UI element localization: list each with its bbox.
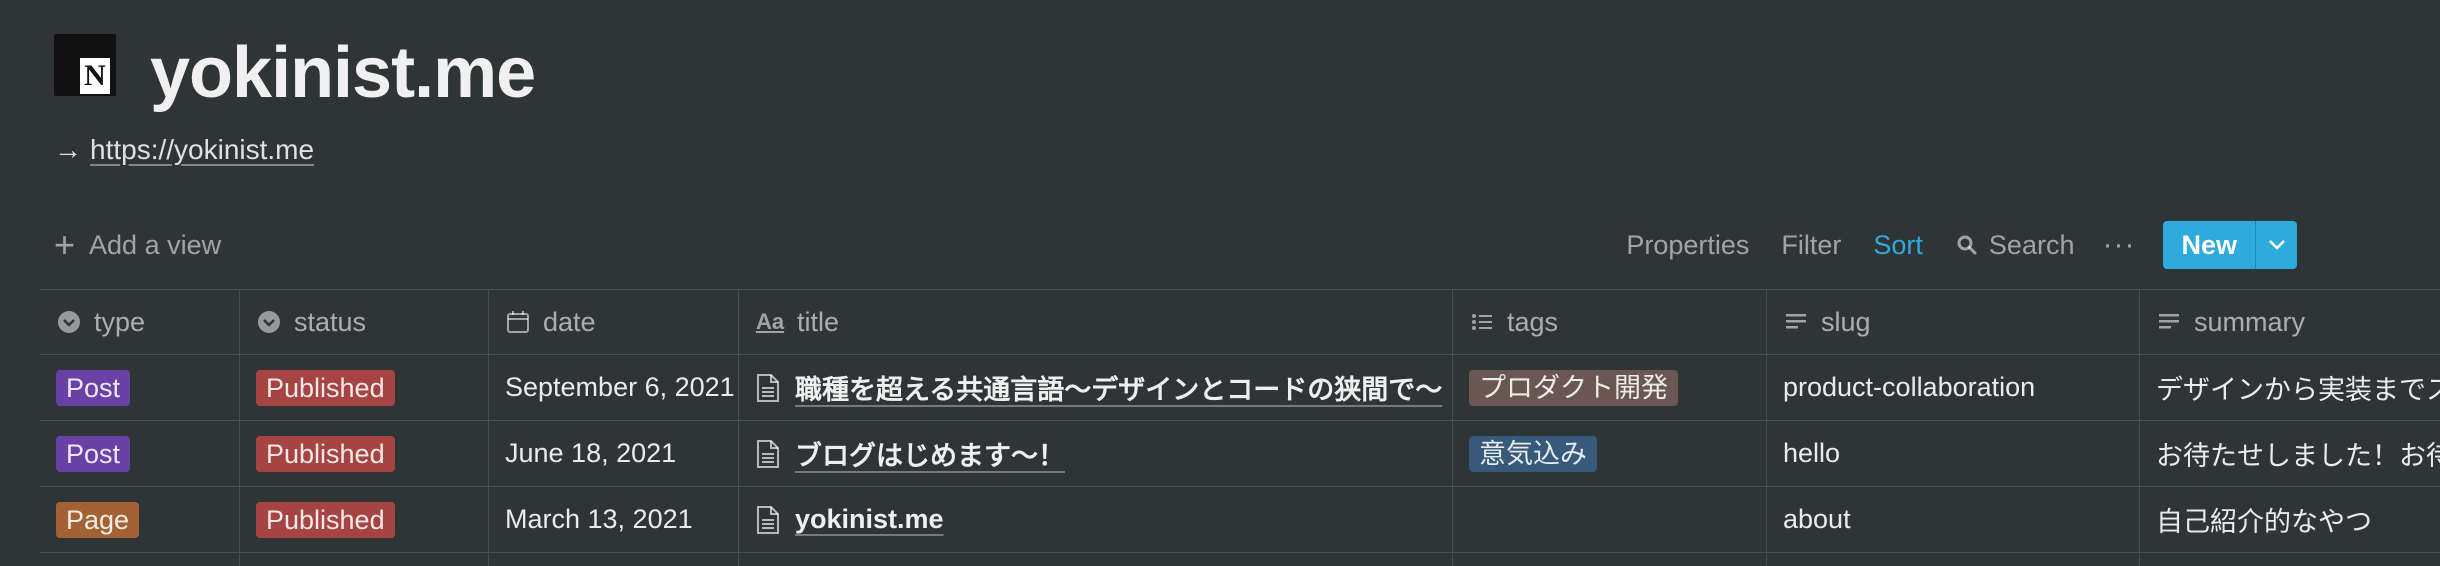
text-lines-icon bbox=[1783, 309, 1809, 335]
column-header-status[interactable]: status bbox=[240, 290, 489, 354]
tag-badge: 意気込み bbox=[1469, 435, 1597, 472]
title-cell[interactable]: ブログはじめます〜！ bbox=[739, 421, 1453, 486]
date-cell[interactable]: March 13, 2021 bbox=[489, 487, 739, 552]
multi-select-icon bbox=[1469, 309, 1495, 335]
column-label: summary bbox=[2194, 306, 2306, 337]
column-header-title[interactable]: Aa title bbox=[739, 290, 1453, 354]
table-row[interactable]: Post Published June 18, 2021 ブログはじめます〜！ … bbox=[40, 421, 2440, 487]
text-property-icon: Aa bbox=[755, 309, 785, 334]
summary-cell[interactable]: デザインから実装までス bbox=[2140, 355, 2440, 420]
chevron-down-icon[interactable] bbox=[2255, 221, 2297, 269]
empty-cell bbox=[2140, 553, 2440, 566]
page-icon bbox=[755, 373, 781, 402]
search-label: Search bbox=[1988, 229, 2075, 260]
page-icon bbox=[755, 505, 781, 534]
column-label: title bbox=[797, 306, 840, 337]
column-header-tags[interactable]: tags bbox=[1453, 290, 1767, 354]
slug-cell[interactable]: about bbox=[1767, 487, 2140, 552]
empty-cell bbox=[489, 553, 739, 566]
table-header-row: type status date Aa title tags slug summ… bbox=[40, 289, 2440, 355]
tags-cell[interactable]: プロダクト開発 bbox=[1453, 355, 1767, 420]
status-cell[interactable]: Published bbox=[240, 421, 489, 486]
column-header-summary[interactable]: summary bbox=[2140, 290, 2440, 354]
column-header-type[interactable]: type bbox=[40, 290, 240, 354]
slug-cell[interactable]: hello bbox=[1767, 421, 2140, 486]
type-badge: Post bbox=[56, 369, 131, 406]
search-button[interactable]: Search bbox=[1939, 230, 2091, 261]
status-badge: Published bbox=[256, 501, 395, 538]
summary-cell[interactable]: 自己紹介的なやつ bbox=[2140, 487, 2440, 552]
column-label: status bbox=[294, 306, 367, 337]
empty-cell bbox=[40, 553, 240, 566]
empty-cell bbox=[1767, 553, 2140, 566]
notion-logo-icon[interactable]: N bbox=[54, 34, 116, 96]
column-header-slug[interactable]: slug bbox=[1767, 290, 2140, 354]
date-cell[interactable]: June 18, 2021 bbox=[489, 421, 739, 486]
page-icon bbox=[755, 439, 781, 468]
select-property-icon bbox=[56, 309, 82, 335]
page-link-row: → https://yokinist.me bbox=[54, 134, 314, 166]
search-icon bbox=[1957, 235, 1977, 255]
page-title-link[interactable]: ブログはじめます〜！ bbox=[795, 434, 1065, 473]
more-options-icon[interactable]: ··· bbox=[2090, 228, 2153, 262]
type-cell[interactable]: Page bbox=[40, 487, 240, 552]
text-lines-icon bbox=[2156, 309, 2182, 335]
tags-cell[interactable] bbox=[1453, 487, 1767, 552]
status-cell[interactable]: Published bbox=[240, 487, 489, 552]
status-badge: Published bbox=[256, 435, 395, 472]
page-url-link[interactable]: https://yokinist.me bbox=[90, 134, 314, 166]
page-title-link[interactable]: yokinist.me bbox=[795, 504, 944, 535]
title-cell[interactable]: 職種を超える共通言語〜デザインとコードの狭間で〜 bbox=[739, 355, 1453, 420]
logo-letter: N bbox=[80, 58, 110, 94]
empty-cell bbox=[240, 553, 489, 566]
calendar-icon bbox=[505, 309, 531, 335]
empty-cell bbox=[1453, 553, 1767, 566]
status-cell[interactable]: Published bbox=[240, 355, 489, 420]
page-title-link[interactable]: 職種を超える共通言語〜デザインとコードの狭間で〜 bbox=[795, 368, 1442, 407]
table-row-partial bbox=[40, 553, 2440, 566]
column-label: type bbox=[94, 306, 146, 337]
add-view-button[interactable]: + Add a view bbox=[40, 227, 221, 263]
arrow-right-icon: → bbox=[54, 134, 82, 165]
tag-badge: プロダクト開発 bbox=[1469, 369, 1678, 406]
database-table: type status date Aa title tags slug summ… bbox=[40, 289, 2440, 566]
properties-button[interactable]: Properties bbox=[1610, 230, 1765, 261]
status-badge: Published bbox=[256, 369, 395, 406]
type-badge: Page bbox=[56, 501, 140, 538]
table-row[interactable]: Page Published March 13, 2021 yokinist.m… bbox=[40, 487, 2440, 553]
table-row[interactable]: Post Published September 6, 2021 職種を超える共… bbox=[40, 355, 2440, 421]
page-title: yokinist.me bbox=[150, 33, 536, 113]
column-header-date[interactable]: date bbox=[489, 290, 739, 354]
type-cell[interactable]: Post bbox=[40, 421, 240, 486]
type-cell[interactable]: Post bbox=[40, 355, 240, 420]
new-button[interactable]: New bbox=[2163, 221, 2255, 269]
date-cell[interactable]: September 6, 2021 bbox=[489, 355, 739, 420]
slug-cell[interactable]: product-collaboration bbox=[1767, 355, 2140, 420]
title-cell[interactable]: yokinist.me bbox=[739, 487, 1453, 552]
new-button-group: New bbox=[2163, 221, 2297, 269]
column-label: tags bbox=[1507, 306, 1559, 337]
select-property-icon bbox=[256, 309, 282, 335]
add-view-label: Add a view bbox=[89, 229, 222, 260]
filter-button[interactable]: Filter bbox=[1765, 230, 1857, 261]
type-badge: Post bbox=[56, 435, 131, 472]
summary-cell[interactable]: お待たせしました！お待 bbox=[2140, 421, 2440, 486]
column-label: date bbox=[543, 306, 596, 337]
tags-cell[interactable]: 意気込み bbox=[1453, 421, 1767, 486]
database-toolbar: + Add a view Properties Filter Sort Sear… bbox=[40, 216, 2440, 274]
sort-button[interactable]: Sort bbox=[1857, 230, 1939, 261]
column-label: slug bbox=[1821, 306, 1871, 337]
empty-cell bbox=[739, 553, 1453, 566]
plus-icon: + bbox=[54, 224, 76, 265]
